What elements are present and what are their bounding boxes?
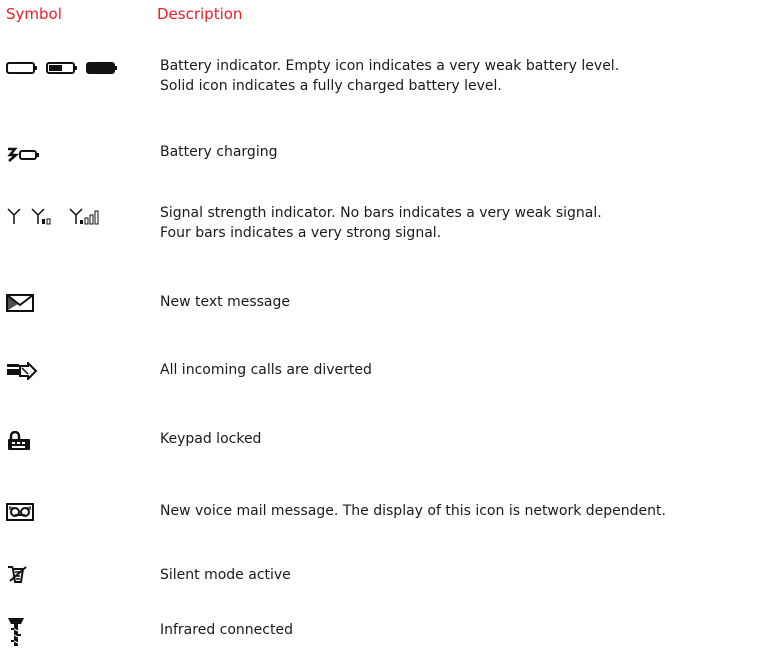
row-description: Signal strength indicator. No bars indic… bbox=[160, 203, 768, 243]
call-divert-icon bbox=[6, 362, 38, 384]
row-description: Silent mode active bbox=[160, 565, 768, 585]
battery-charging-icon bbox=[6, 146, 46, 168]
silent-mode-icon bbox=[6, 565, 30, 587]
keypad-lock-icon bbox=[6, 431, 32, 453]
row-description: All incoming calls are diverted bbox=[160, 360, 768, 380]
battery-icons bbox=[6, 60, 126, 82]
symbol-column-header: Symbol bbox=[6, 5, 62, 23]
row-description: Battery charging bbox=[160, 142, 768, 162]
description-column-header: Description bbox=[157, 5, 243, 23]
infrared-icon bbox=[6, 616, 28, 646]
description-line: Battery charging bbox=[160, 144, 278, 160]
description-line: Battery indicator. Empty icon indicates … bbox=[160, 58, 620, 74]
row-description: Battery indicator. Empty icon indicates … bbox=[160, 56, 768, 96]
description-line: Keypad locked bbox=[160, 431, 262, 447]
row-description: Infrared connected bbox=[160, 620, 768, 640]
row-description: New voice mail message. The display of t… bbox=[160, 501, 768, 521]
signal-strength-icons bbox=[6, 207, 136, 229]
description-line: Infrared connected bbox=[160, 622, 293, 638]
voicemail-icon bbox=[6, 503, 36, 525]
row-description: Keypad locked bbox=[160, 429, 768, 449]
description-line: Signal strength indicator. No bars indic… bbox=[160, 205, 602, 221]
description-line: Silent mode active bbox=[160, 567, 291, 583]
description-line: All incoming calls are diverted bbox=[160, 362, 372, 378]
description-line: New voice mail message. The display of t… bbox=[160, 503, 666, 519]
envelope-icon bbox=[6, 294, 36, 316]
row-description: New text message bbox=[160, 292, 768, 312]
description-line: Four bars indicates a very strong signal… bbox=[160, 225, 442, 241]
description-line: Solid icon indicates a fully charged bat… bbox=[160, 78, 502, 94]
description-line: New text message bbox=[160, 294, 290, 310]
